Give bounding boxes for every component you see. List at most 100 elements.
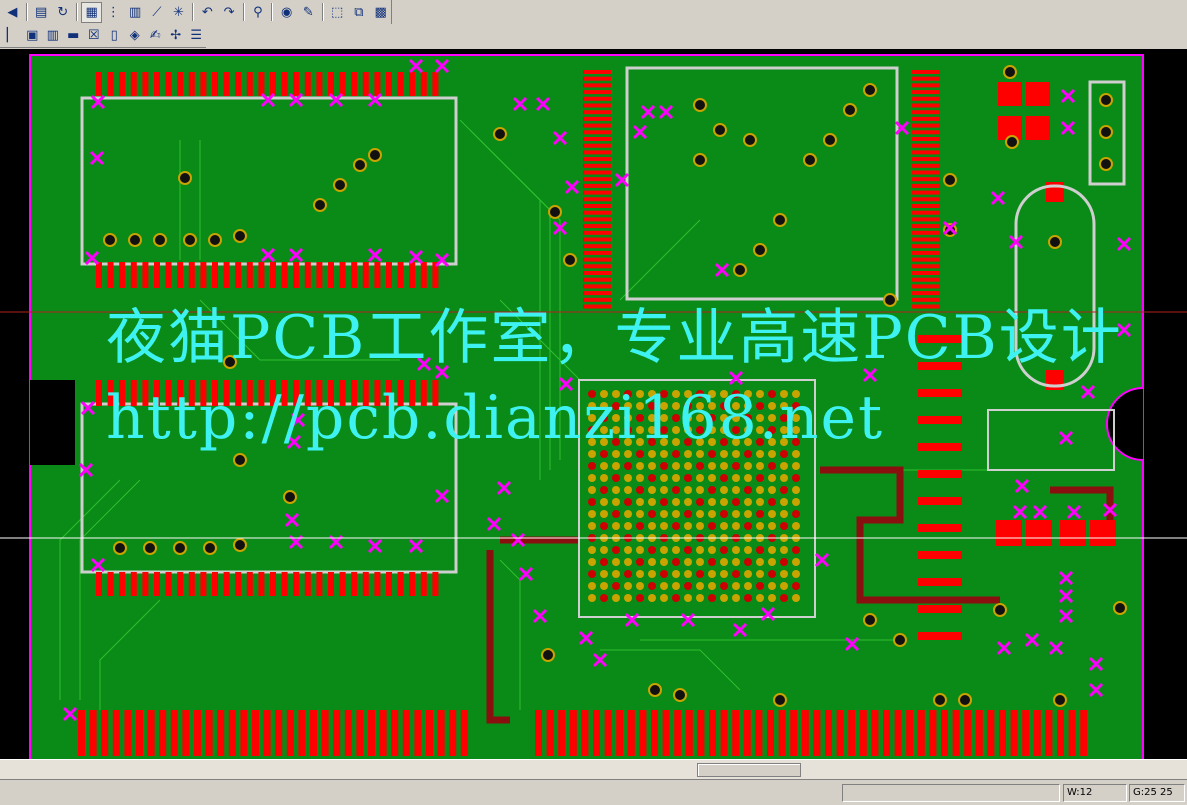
- layer-icon[interactable]: ▥: [125, 2, 146, 23]
- pattern-icon[interactable]: ▩: [370, 2, 391, 23]
- report-icon[interactable]: ☒: [84, 25, 104, 46]
- bga-ball: [780, 438, 788, 446]
- bga-ball: [672, 426, 680, 434]
- bga-ball: [624, 486, 632, 494]
- smd-pad: [275, 710, 283, 756]
- smd-pad: [912, 250, 940, 255]
- bga-ball: [660, 474, 668, 482]
- bga-ball: [636, 414, 644, 422]
- document-icon[interactable]: ▯: [105, 25, 125, 46]
- component-icon[interactable]: ▣: [23, 25, 43, 46]
- smd-pad: [188, 572, 195, 596]
- bga-ball: [696, 570, 704, 578]
- smd-pad: [316, 72, 323, 96]
- horizontal-scrollbar[interactable]: [0, 759, 1187, 779]
- bga-ball: [696, 450, 704, 458]
- properties-icon[interactable]: ▤: [31, 2, 52, 23]
- smd-pad: [298, 710, 306, 756]
- bga-ball: [744, 546, 752, 554]
- bga-ball: [672, 450, 680, 458]
- bga-ball: [672, 498, 680, 506]
- smd-pad: [912, 123, 940, 128]
- smd-pad: [460, 710, 468, 756]
- bga-ball: [600, 462, 608, 470]
- smd-pad: [130, 72, 137, 96]
- bga-ball: [720, 582, 728, 590]
- text-icon[interactable]: ✍: [146, 25, 166, 46]
- select-icon[interactable]: ⬚: [327, 2, 348, 23]
- drc-icon[interactable]: ▬: [64, 25, 84, 46]
- via: [1113, 601, 1127, 615]
- bga-ball: [744, 498, 752, 506]
- refresh-icon[interactable]: ↻: [53, 2, 74, 23]
- smd-pad: [107, 572, 114, 596]
- redo-icon[interactable]: ↷: [219, 2, 240, 23]
- bga-ball: [672, 390, 680, 398]
- library-icon[interactable]: ▥: [43, 25, 63, 46]
- route-grid-icon[interactable]: ⋮: [103, 2, 124, 23]
- via: [333, 178, 347, 192]
- bga-ball: [684, 474, 692, 482]
- smd-pad: [432, 72, 439, 96]
- view-area-icon[interactable]: ◉: [276, 2, 297, 23]
- bga-ball: [732, 402, 740, 410]
- smd-pad: [996, 520, 1022, 546]
- zoom-icon[interactable]: ⚲: [248, 2, 269, 23]
- bga-ball: [756, 390, 764, 398]
- smd-pad: [177, 380, 184, 406]
- camera-icon[interactable]: ◈: [125, 25, 145, 46]
- pcb-board-drawing[interactable]: [0, 49, 1187, 759]
- pcb-canvas[interactable]: 夜猫PCB工作室，专业高速PCB设计 http://pcb.dianzi168.…: [0, 49, 1187, 759]
- bga-ball: [744, 414, 752, 422]
- smd-pad: [316, 262, 323, 288]
- bga-ball: [684, 450, 692, 458]
- smd-pad: [583, 271, 611, 275]
- smd-pad: [583, 230, 611, 235]
- line-tool-icon[interactable]: ⟋: [147, 2, 168, 23]
- scrollbar-thumb[interactable]: [697, 763, 801, 777]
- smd-pad: [825, 710, 832, 756]
- bga-ball: [708, 450, 716, 458]
- router-icon[interactable]: ✢: [166, 25, 186, 46]
- bga-ball: [792, 438, 800, 446]
- smd-pad: [918, 416, 962, 424]
- status-cell-empty: [842, 784, 1060, 802]
- brush-icon[interactable]: ✎: [298, 2, 319, 23]
- smd-pad: [246, 72, 253, 96]
- bga-ball: [720, 402, 728, 410]
- smd-pad: [119, 72, 126, 96]
- smd-pad: [912, 230, 940, 235]
- bga-ball: [636, 594, 644, 602]
- smd-pad: [112, 710, 120, 756]
- smd-pad: [223, 380, 230, 406]
- bga-ball: [792, 402, 800, 410]
- smd-pad: [987, 710, 995, 756]
- bga-ball: [780, 594, 788, 602]
- window-icon[interactable]: ⧉: [349, 2, 370, 23]
- undo-icon[interactable]: ↶: [197, 2, 218, 23]
- bga-ball: [660, 582, 668, 590]
- smd-pad: [1026, 520, 1052, 546]
- bga-ball: [768, 486, 776, 494]
- list-icon[interactable]: ☰: [187, 25, 207, 46]
- smd-pad: [246, 572, 253, 596]
- bga-ball: [588, 558, 596, 566]
- smd-pad: [362, 380, 369, 406]
- smd-pad: [685, 710, 693, 756]
- star-tool-icon[interactable]: ✳: [168, 2, 189, 23]
- board-view-icon[interactable]: ▦: [81, 1, 102, 23]
- collapse-icon[interactable]: ◀: [2, 2, 23, 23]
- smd-pad: [604, 710, 612, 756]
- panel-edge-icon[interactable]: ▏: [2, 25, 22, 46]
- smd-pad: [397, 572, 404, 596]
- smd-pad: [409, 262, 416, 288]
- smd-pad: [170, 710, 178, 756]
- bga-ball: [696, 426, 704, 434]
- bga-ball: [708, 522, 716, 530]
- smd-pad: [1026, 82, 1050, 106]
- bga-ball: [660, 390, 668, 398]
- smd-pad: [194, 710, 201, 756]
- bga-ball: [756, 582, 764, 590]
- bga-ball: [672, 402, 680, 410]
- smd-pad: [339, 380, 346, 406]
